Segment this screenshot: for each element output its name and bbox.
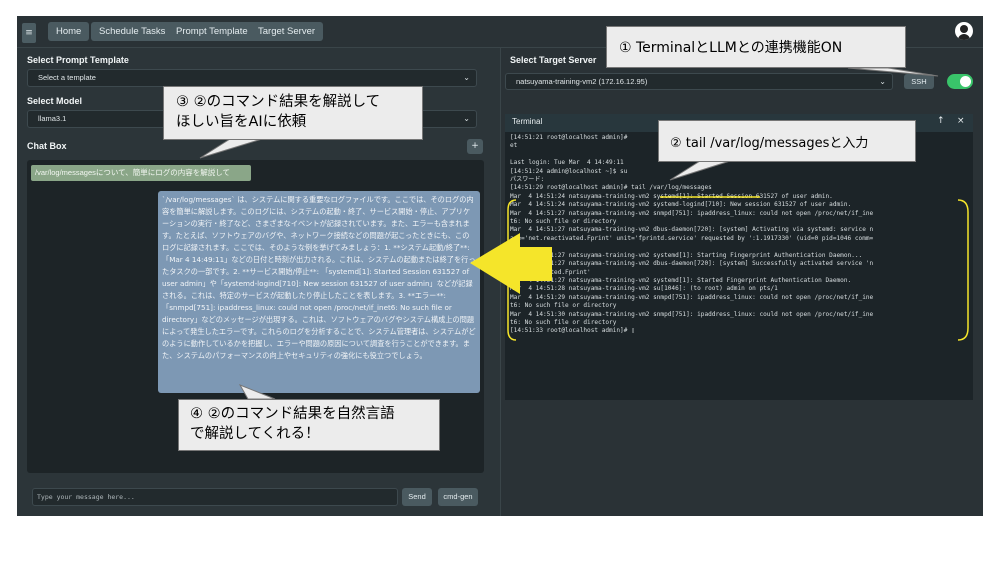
callout-4-line1: ④ ②のコマンド結果を自然言語 [190, 406, 395, 422]
callout-ai-explains: ④ ②のコマンド結果を自然言語 で解説してくれる！ [178, 399, 440, 451]
callout2-pointer [669, 160, 731, 181]
callout-3-line2: ほしい旨をAIに依頼 [176, 114, 307, 130]
bracket-right [957, 199, 969, 341]
callout3-pointer [199, 138, 263, 159]
callout4-pointer [238, 384, 276, 400]
callout-ask-ai: ③ ②のコマンド結果を解説して ほしい旨をAIに依頼 [163, 86, 423, 140]
callout-3-line1: ③ ②のコマンド結果を解説して [176, 94, 381, 110]
callout-1-text: ① TerminalとLLMとの連携機能ON [619, 40, 843, 56]
callout-4-line2: で解説してくれる！ [190, 426, 320, 442]
callout-terminal-llm: ① TerminalとLLMとの連携機能ON [606, 26, 906, 68]
callout1-pointer [847, 67, 939, 77]
yellow-arrow [470, 233, 552, 294]
callout-tail-command: ② tail /var/log/messagesと入力 [658, 120, 916, 162]
annotation-overlay [199, 67, 969, 400]
callout-2-text: ② tail /var/log/messagesと入力 [670, 136, 869, 151]
